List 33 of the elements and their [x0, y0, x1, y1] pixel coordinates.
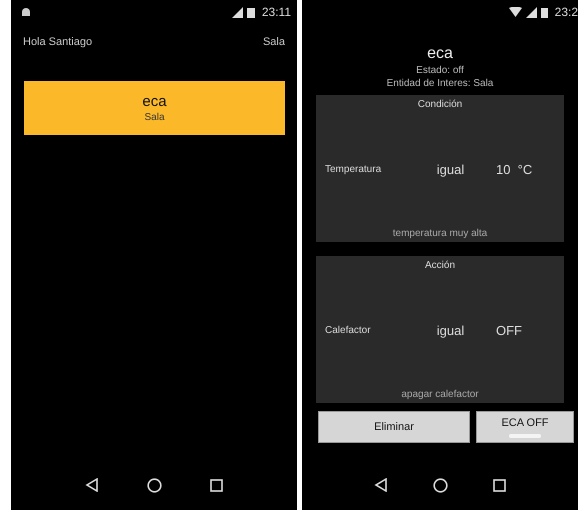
panel-title: Condición: [418, 99, 462, 110]
battery-icon: [540, 6, 548, 18]
variable-label: Calefactor: [324, 324, 372, 336]
panel-description: temperatura muy alta: [392, 228, 488, 239]
toggle-button[interactable]: ECA OFF: [476, 411, 574, 443]
eca-card[interactable]: eca Sala: [24, 81, 285, 135]
room-label: Sala: [262, 36, 285, 48]
signal-icon: [526, 6, 537, 18]
value-label: 10 °C: [495, 162, 532, 176]
greeting-text: Hola Santiago: [23, 36, 92, 48]
back-icon[interactable]: [374, 478, 388, 492]
card-subtitle: Sala: [144, 112, 164, 123]
value-label: OFF: [495, 322, 522, 338]
status-time: 23:2: [554, 5, 578, 19]
panel-title: Acción: [424, 260, 455, 271]
entity-text: Entidad de Interes: Sala: [386, 78, 494, 89]
signal-icon: [230, 6, 243, 18]
battery-icon: [246, 6, 255, 18]
back-icon[interactable]: [85, 478, 99, 492]
home-icon[interactable]: [147, 478, 162, 492]
state-text: Estado: off: [416, 65, 464, 76]
status-time: 23:11: [262, 5, 291, 19]
delete-button[interactable]: Eliminar: [318, 411, 470, 443]
eca-title: eca: [427, 45, 453, 63]
recents-icon[interactable]: [210, 478, 223, 492]
wifi-icon: [508, 7, 522, 17]
card-title: eca: [142, 93, 167, 110]
panel-description: apagar calefactor: [401, 389, 479, 400]
operator-label: igual: [436, 162, 466, 176]
recents-icon[interactable]: [492, 478, 506, 492]
variable-label: Temperatura: [324, 164, 382, 174]
operator-label: igual: [436, 322, 466, 338]
home-icon[interactable]: [432, 478, 448, 492]
